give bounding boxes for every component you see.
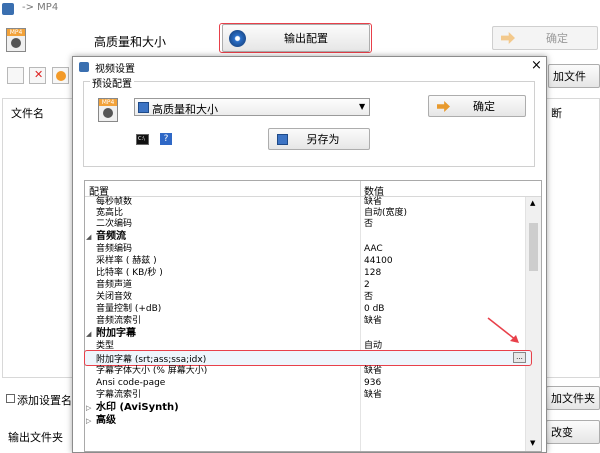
main-title-text: -> MP4 bbox=[22, 2, 59, 13]
output-folder-label: 输出文件夹 bbox=[8, 431, 63, 444]
collapse-triangle-icon[interactable]: ◢ bbox=[86, 231, 96, 243]
arrow-right-icon bbox=[437, 101, 450, 112]
grid-row-sample-rate[interactable]: 采样率 ( 赫兹 ) 44100 bbox=[96, 256, 528, 267]
grid-header: 配置 数值 bbox=[85, 181, 541, 198]
dialog-title-bar: 视频设置 × bbox=[73, 57, 546, 77]
category-advanced[interactable]: ▷ 高级 bbox=[86, 415, 116, 427]
grid-row-mute[interactable]: 关闭音效否 bbox=[96, 292, 528, 303]
dialog-mp4-icon: MP4 bbox=[98, 98, 118, 122]
dialog-app-icon bbox=[79, 62, 89, 72]
expand-triangle-icon[interactable]: ▷ bbox=[86, 415, 96, 427]
remove-file-icon[interactable]: ✕ bbox=[29, 67, 46, 84]
save-as-button[interactable]: 另存为 bbox=[268, 128, 370, 150]
scroll-up-icon[interactable]: ▲ bbox=[530, 199, 535, 207]
preset-dropdown-value: 高质量和大小 bbox=[152, 103, 218, 116]
save-disk-icon bbox=[277, 134, 288, 145]
app-icon bbox=[2, 3, 14, 15]
category-subtitle[interactable]: ◢ 附加字幕 bbox=[86, 328, 136, 340]
grid-header-config: 配置 bbox=[89, 187, 109, 198]
console-icon[interactable]: C:\ bbox=[136, 134, 149, 145]
new-file-icon[interactable] bbox=[7, 67, 24, 84]
main-title-bar: -> MP4 bbox=[0, 0, 600, 18]
subtitle-row-highlight bbox=[84, 350, 532, 366]
grid-row-ansi-codepage[interactable]: Ansi code-page 936 bbox=[96, 378, 528, 389]
convert-icon[interactable] bbox=[52, 67, 69, 84]
grid-row-audio-stream-index[interactable]: 音频流索引 缺省 bbox=[96, 316, 528, 327]
file-name-header: 文件名 bbox=[11, 107, 44, 120]
checkbox-box[interactable] bbox=[6, 394, 15, 403]
grid-header-divider bbox=[360, 181, 361, 197]
preset-dropdown[interactable]: 高质量和大小 ▼ bbox=[134, 98, 370, 116]
expand-triangle-icon[interactable]: ▷ bbox=[86, 402, 96, 414]
grid-row-bitrate[interactable]: 比特率 ( KB/秒 ) 128 bbox=[96, 268, 528, 279]
category-watermark[interactable]: ▷ 水印 (AviSynth) bbox=[86, 402, 179, 414]
add-setting-name-checkbox[interactable]: 添加设置名称 bbox=[6, 392, 83, 407]
right-column-header: 断 bbox=[551, 107, 562, 120]
help-icon[interactable]: ? bbox=[160, 133, 172, 145]
dialog-close-button[interactable]: × bbox=[531, 58, 542, 73]
scroll-thumb[interactable] bbox=[529, 223, 538, 271]
arrow-right-icon bbox=[501, 32, 515, 44]
grid-row-audio-codec[interactable]: 音频编码 AAC bbox=[96, 244, 528, 255]
add-folder-button[interactable]: 加文件夹 bbox=[546, 386, 600, 410]
save-disk-icon bbox=[138, 102, 149, 113]
scroll-down-icon[interactable]: ▼ bbox=[530, 439, 535, 447]
grid-header-value: 数值 bbox=[364, 187, 384, 198]
dialog-ok-button[interactable]: 确定 bbox=[428, 95, 526, 117]
grid-row-subtitle-font-size[interactable]: 字幕字体大小 (% 屏幕大小) 缺省 bbox=[96, 366, 528, 377]
add-file-button[interactable]: 加文件 bbox=[548, 64, 600, 88]
mp4-file-icon: MP4 bbox=[6, 28, 26, 52]
main-ok-button[interactable]: 确定 bbox=[492, 26, 598, 50]
grid-row-two-pass[interactable]: 二次编码否 bbox=[96, 219, 528, 230]
preset-label: 高质量和大小 bbox=[94, 35, 167, 49]
grid-row-aspect[interactable]: 宽高比 自动(宽度) bbox=[96, 208, 528, 219]
grid-row-channels[interactable]: 音频声道 2 bbox=[96, 280, 528, 291]
chevron-down-icon: ▼ bbox=[359, 102, 366, 111]
grid-row-subtitle-stream-index[interactable]: 字幕流索引 缺省 bbox=[96, 390, 528, 401]
category-audio[interactable]: ◢ 音频流 bbox=[86, 231, 126, 243]
change-button[interactable]: 改变 bbox=[546, 420, 600, 444]
preset-group: 预设配置 MP4 高质量和大小 ▼ 确定 C:\ ? 另存为 bbox=[83, 75, 535, 167]
output-config-highlight bbox=[219, 23, 372, 53]
preset-group-label: 预设配置 bbox=[90, 75, 134, 90]
grid-row-volume[interactable]: 音量控制 (+dB) 0 dB bbox=[96, 304, 528, 315]
annotation-arrow bbox=[487, 317, 519, 343]
grid-row-fps[interactable]: 每秒帧数 缺省 bbox=[96, 197, 528, 208]
collapse-triangle-icon[interactable]: ◢ bbox=[86, 328, 96, 340]
dialog-title: 视频设置 bbox=[95, 64, 135, 75]
